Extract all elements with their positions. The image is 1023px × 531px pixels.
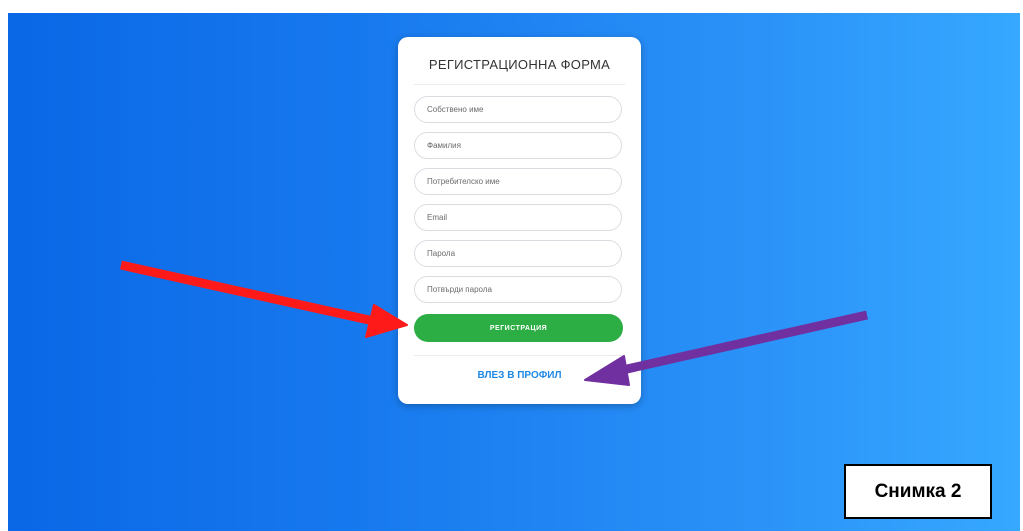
red-arrow-icon xyxy=(120,260,408,338)
screenshot-page: РЕГИСТРАЦИОННА ФОРМА РЕГИСТРАЦИЯ ВЛЕЗ В … xyxy=(0,0,1023,531)
annotation-arrows xyxy=(120,260,868,386)
purple-arrow-icon xyxy=(584,310,868,386)
caption-text: Снимка 2 xyxy=(874,480,962,502)
caption-box: Снимка 2 xyxy=(844,464,992,519)
